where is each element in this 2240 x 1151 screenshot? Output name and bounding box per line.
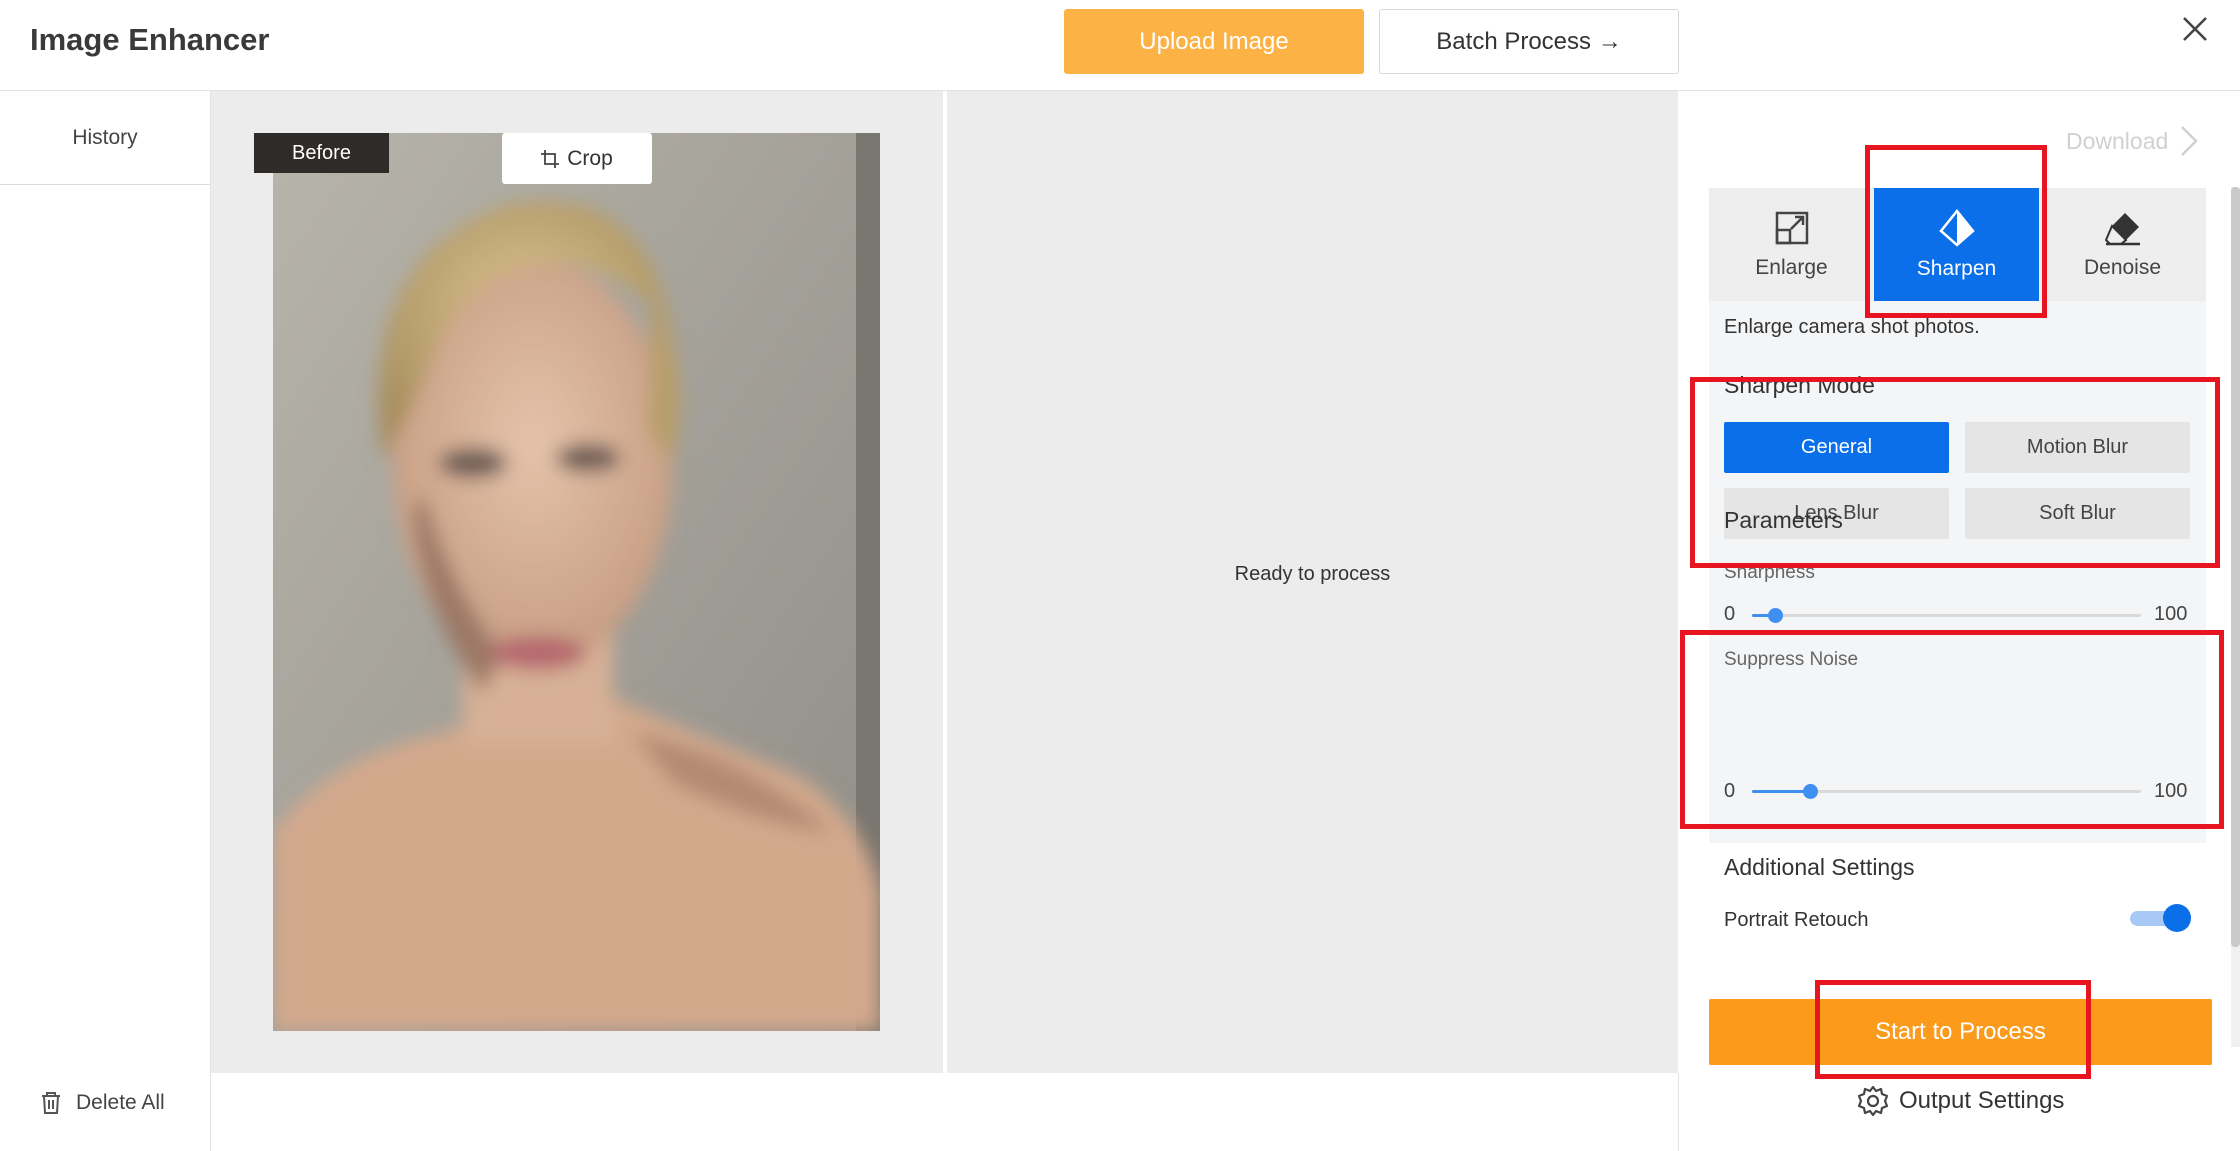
ready-status-text: Ready to process — [1234, 562, 1391, 585]
sharpen-icon — [1938, 208, 1975, 247]
start-process-button[interactable]: Start to Process — [1709, 999, 2212, 1065]
sharpness-slider-thumb[interactable] — [1768, 608, 1784, 623]
portrait-retouch-label: Portrait Retouch — [1724, 909, 1869, 931]
app-title: Image Enhancer — [30, 22, 270, 57]
delete-all-button[interactable]: Delete All — [40, 1091, 165, 1115]
batch-process-button[interactable]: Batch Process → — [1379, 9, 1679, 74]
before-badge: Before — [254, 133, 389, 173]
sharpness-min: 0 — [1724, 603, 1736, 625]
tab-denoise[interactable]: Denoise — [2039, 188, 2206, 301]
enlarge-icon — [1775, 211, 1808, 244]
workspace-footer — [211, 1073, 1679, 1151]
portrait-photo — [273, 133, 880, 1031]
crop-label: Crop — [567, 146, 613, 170]
tab-sharpen[interactable]: Sharpen — [1874, 188, 2039, 301]
suppress-noise-slider-fill — [1752, 790, 1811, 793]
download-button[interactable]: Download — [2066, 125, 2199, 157]
crop-button[interactable]: Crop — [502, 133, 652, 184]
sharpen-settings: Sharpen Mode General Motion Blur Lens Bl… — [1709, 353, 2206, 671]
sharpen-mode-title: Sharpen Mode — [1724, 372, 1875, 398]
sharpness-slider-track[interactable] — [1752, 614, 2141, 617]
output-settings-button[interactable]: Output Settings — [1857, 1085, 2064, 1117]
mode-description: Enlarge camera shot photos. — [1709, 301, 2206, 353]
mode-tabs: Enlarge Sharpen Denoise — [1709, 188, 2206, 301]
tab-sharpen-label: Sharpen — [1916, 256, 1997, 280]
tab-enlarge-label: Enlarge — [1755, 255, 1828, 279]
app-header: Image Enhancer Upload Image Batch Proces… — [0, 0, 2240, 91]
scrollbar-thumb[interactable] — [2231, 187, 2240, 947]
delete-all-label: Delete All — [76, 1091, 165, 1114]
close-icon[interactable] — [2180, 14, 2210, 44]
suppress-noise-label: Suppress Noise — [1724, 649, 1859, 670]
before-pane: Before Crop — [211, 91, 943, 1073]
mode-motion-blur-button[interactable]: Motion Blur — [1965, 422, 2190, 473]
mode-soft-blur-button[interactable]: Soft Blur — [1965, 488, 2190, 539]
additional-settings-title: Additional Settings — [1724, 854, 1915, 880]
mode-general-button[interactable]: General — [1724, 422, 1949, 473]
sharpness-label: Sharpness — [1724, 562, 1815, 583]
suppress-noise-min-value: 0 — [1724, 780, 1736, 802]
suppress-noise-max: 100 — [2154, 780, 2188, 802]
eraser-icon — [2104, 212, 2140, 245]
parameters-title: Parameters — [1724, 507, 1843, 533]
portrait-retouch-toggle-knob[interactable] — [2163, 904, 2191, 932]
settings-panel: Download Enlarge Sharpen Denoise Enlarge… — [1679, 91, 2240, 1151]
tab-denoise-label: Denoise — [2083, 255, 2162, 279]
history-tab[interactable]: History — [0, 91, 210, 185]
after-pane: Ready to process — [947, 91, 1678, 1073]
gear-icon — [1857, 1085, 1889, 1117]
download-label: Download — [2066, 127, 2169, 154]
trash-icon — [42, 1092, 60, 1114]
history-sidebar: History Delete All — [0, 91, 211, 1151]
sharpness-max: 100 — [2154, 603, 2188, 625]
additional-settings — [1709, 671, 2206, 843]
crop-icon — [541, 149, 560, 168]
chevron-right-icon — [2181, 126, 2199, 156]
upload-image-button[interactable]: Upload Image — [1064, 9, 1364, 74]
output-settings-label: Output Settings — [1899, 1087, 2065, 1114]
tab-enlarge[interactable]: Enlarge — [1709, 188, 1874, 301]
image-workspace: Before Crop Ready to process — [211, 91, 1678, 1073]
